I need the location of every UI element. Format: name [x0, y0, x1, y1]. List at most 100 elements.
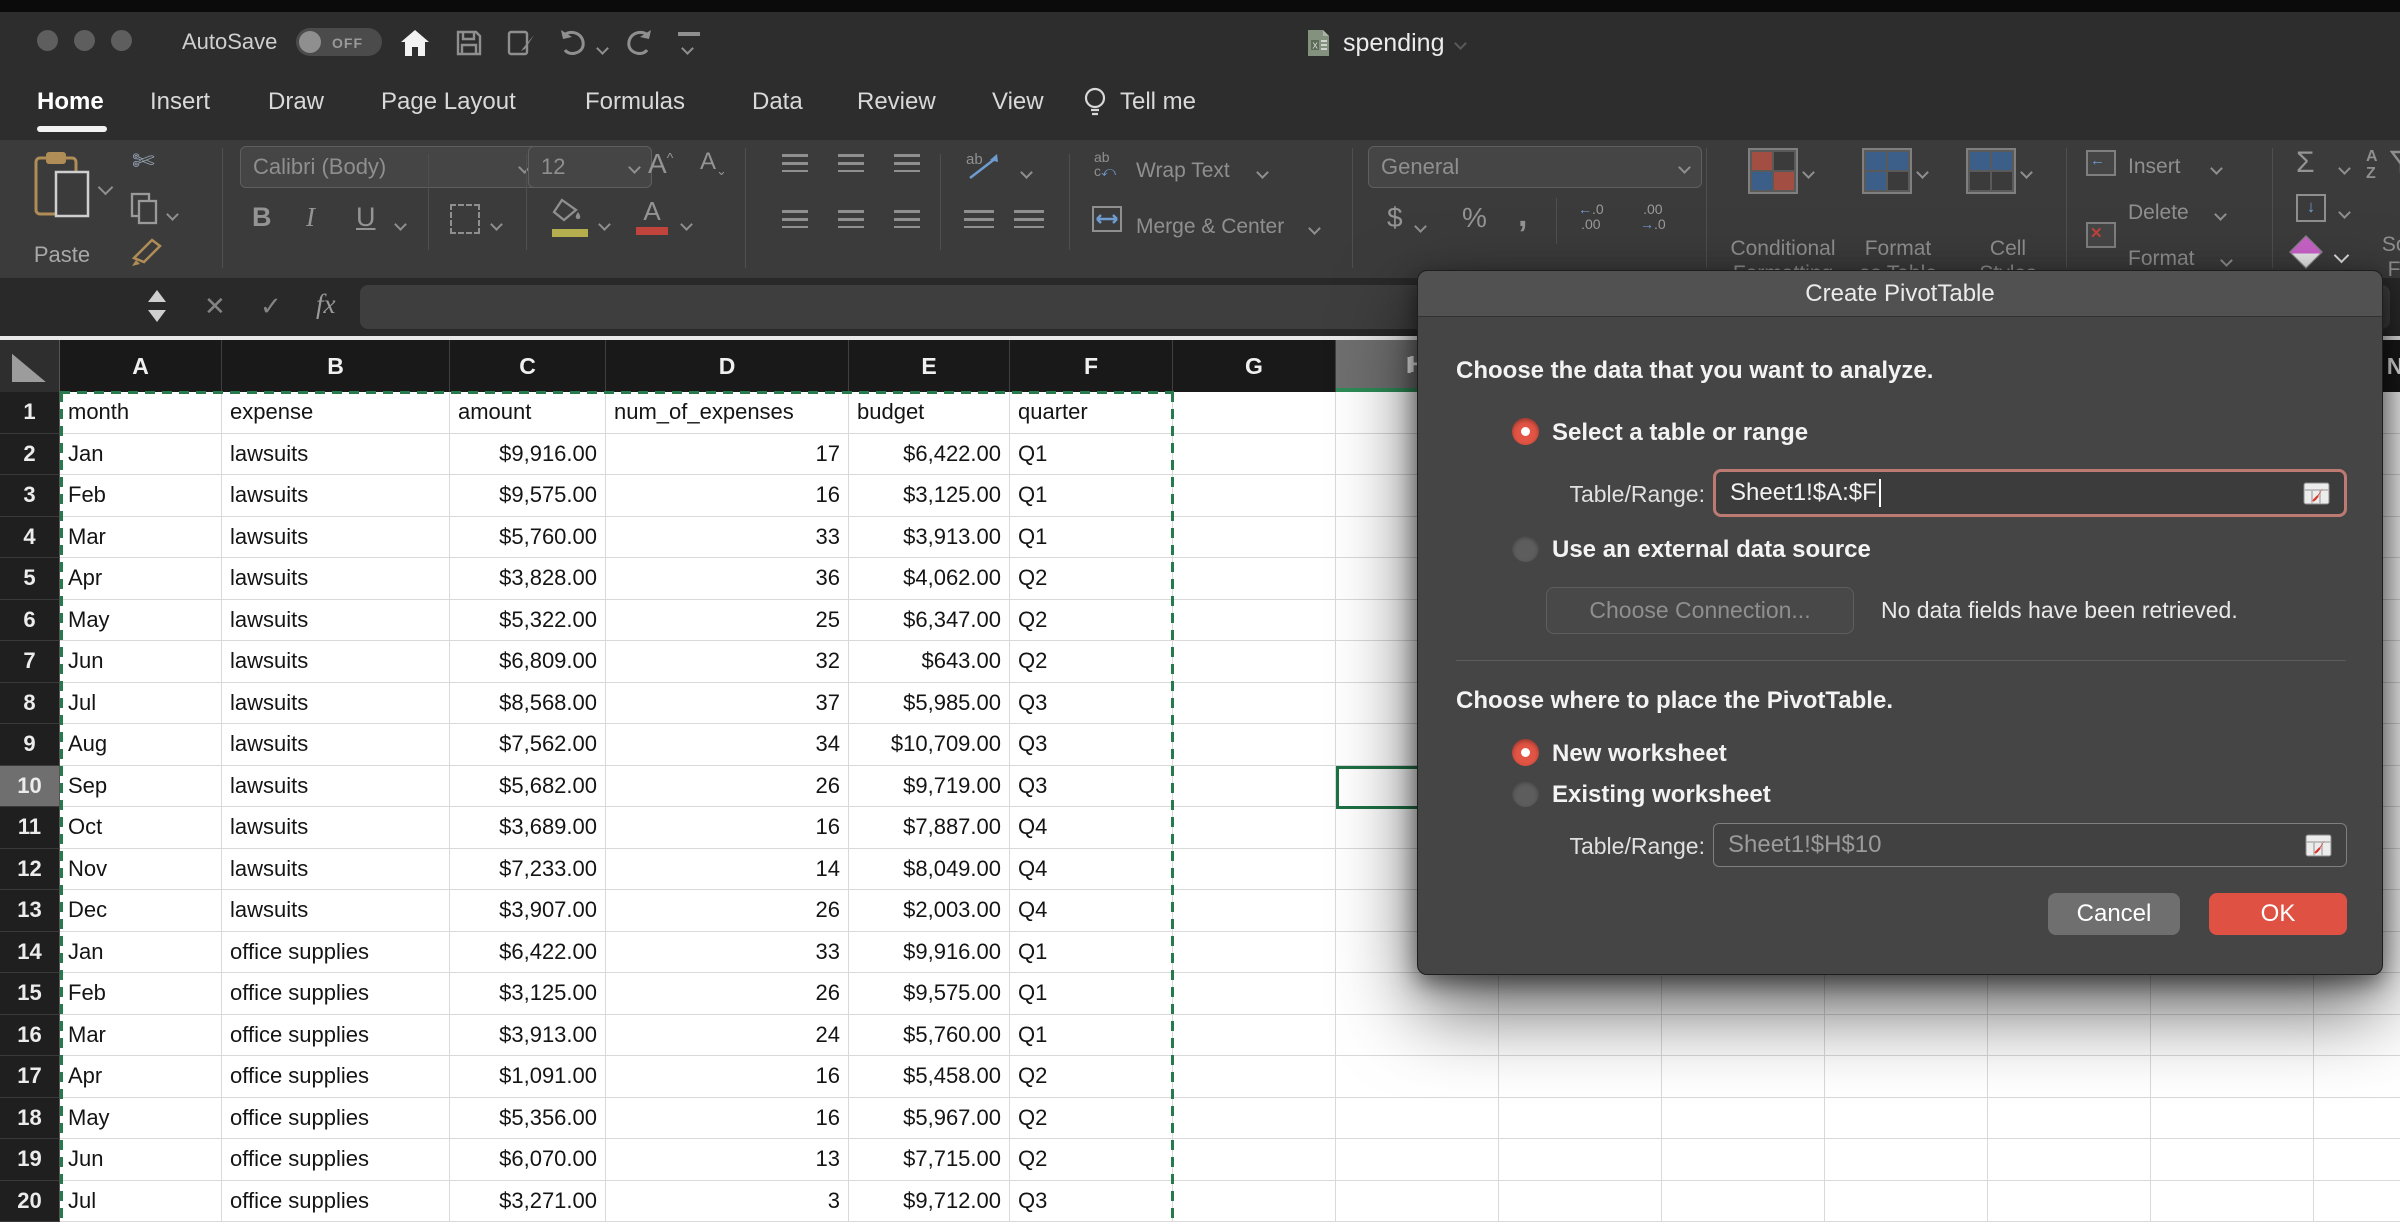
cell-G5[interactable] [1173, 558, 1336, 600]
tab-tell-me[interactable]: Tell me [1120, 88, 1196, 116]
borders-icon[interactable] [450, 204, 480, 234]
delete-cells-chevron-icon[interactable] [2216, 206, 2225, 224]
autosum-chevron-icon[interactable] [2340, 160, 2349, 178]
cell-F2[interactable]: Q1 [1010, 434, 1173, 476]
cell-G12[interactable] [1173, 849, 1336, 891]
cell-I19[interactable] [1499, 1139, 1662, 1181]
cell-N19[interactable] [2314, 1139, 2400, 1181]
grow-font-button[interactable]: A^ [648, 148, 673, 180]
cell-B11[interactable]: lawsuits [222, 807, 450, 849]
format-as-table-icon[interactable] [1862, 148, 1912, 194]
bold-button[interactable]: B [252, 202, 272, 233]
cell-D14[interactable]: 33 [606, 932, 849, 974]
wrap-text-chevron-icon[interactable] [1258, 164, 1267, 182]
cell-A12[interactable]: Nov [60, 849, 222, 891]
formula-cancel-button[interactable]: ✕ [204, 291, 226, 322]
cell-A15[interactable]: Feb [60, 973, 222, 1015]
font-color-chevron-icon[interactable] [682, 216, 691, 234]
cell-E15[interactable]: $9,575.00 [849, 973, 1010, 1015]
undo-icon[interactable] [556, 26, 590, 60]
cell-A8[interactable]: Jul [60, 683, 222, 725]
cell-F7[interactable]: Q2 [1010, 641, 1173, 683]
format-painter-icon[interactable] [130, 236, 164, 273]
close-window-button[interactable] [37, 30, 58, 51]
table-range-input-disabled[interactable]: Sheet1!$H$10 [1713, 823, 2347, 867]
align-bottom-icon[interactable] [894, 154, 920, 172]
font-color-icon[interactable]: A [636, 196, 668, 235]
cell-A9[interactable]: Aug [60, 724, 222, 766]
cell-D9[interactable]: 34 [606, 724, 849, 766]
insert-cells-label[interactable]: Insert [2128, 154, 2181, 179]
cell-D17[interactable]: 16 [606, 1056, 849, 1098]
cell-G7[interactable] [1173, 641, 1336, 683]
cell-L17[interactable] [1988, 1056, 2151, 1098]
row-header-11[interactable]: 11 [0, 807, 60, 849]
cell-E10[interactable]: $9,719.00 [849, 766, 1010, 808]
radio-new-worksheet[interactable] [1512, 739, 1539, 766]
cell-M19[interactable] [2151, 1139, 2314, 1181]
cell-C13[interactable]: $3,907.00 [450, 890, 606, 932]
cell-N17[interactable] [2314, 1056, 2400, 1098]
copy-icon[interactable] [130, 192, 160, 231]
cell-G18[interactable] [1173, 1098, 1336, 1140]
row-header-2[interactable]: 2 [0, 434, 60, 476]
insert-cells-icon[interactable]: ← [2086, 150, 2116, 176]
row-header-1[interactable]: 1 [0, 392, 60, 434]
cell-A1[interactable]: month [60, 392, 222, 434]
cell-F18[interactable]: Q2 [1010, 1098, 1173, 1140]
currency-chevron-icon[interactable] [1416, 218, 1425, 236]
cell-B10[interactable]: lawsuits [222, 766, 450, 808]
row-header-7[interactable]: 7 [0, 641, 60, 683]
cell-E2[interactable]: $6,422.00 [849, 434, 1010, 476]
align-top-icon[interactable] [782, 154, 808, 172]
cell-B14[interactable]: office supplies [222, 932, 450, 974]
cell-C2[interactable]: $9,916.00 [450, 434, 606, 476]
toolbar-customize-icon[interactable] [678, 32, 700, 58]
cell-D6[interactable]: 25 [606, 600, 849, 642]
wrap-text-icon[interactable]: abc⤺ [1094, 150, 1116, 178]
orientation-icon[interactable]: ab [964, 148, 1004, 187]
delete-cells-label[interactable]: Delete [2128, 200, 2189, 225]
cell-N15[interactable] [2314, 973, 2400, 1015]
cell-styles-icon[interactable] [1966, 148, 2016, 194]
cell-L20[interactable] [1988, 1181, 2151, 1222]
shrink-font-button[interactable]: A⌄ [700, 148, 727, 179]
cell-B16[interactable]: office supplies [222, 1015, 450, 1057]
cell-C1[interactable]: amount [450, 392, 606, 434]
radio-existing-worksheet[interactable] [1512, 780, 1539, 807]
cell-G13[interactable] [1173, 890, 1336, 932]
undo-menu-chevron-icon[interactable] [598, 40, 607, 58]
align-right-icon[interactable] [894, 210, 920, 228]
cell-B4[interactable]: lawsuits [222, 517, 450, 559]
font-size-select[interactable]: 12 [528, 146, 652, 188]
row-header-20[interactable]: 20 [0, 1181, 60, 1222]
decrease-indent-icon[interactable] [964, 210, 994, 228]
cell-D19[interactable]: 13 [606, 1139, 849, 1181]
row-header-16[interactable]: 16 [0, 1015, 60, 1057]
tab-review[interactable]: Review [857, 88, 936, 116]
cell-F12[interactable]: Q4 [1010, 849, 1173, 891]
cell-G15[interactable] [1173, 973, 1336, 1015]
cell-B3[interactable]: lawsuits [222, 475, 450, 517]
cell-C4[interactable]: $5,760.00 [450, 517, 606, 559]
fill-color-icon[interactable] [552, 198, 588, 237]
cell-N20[interactable] [2314, 1181, 2400, 1222]
row-header-17[interactable]: 17 [0, 1056, 60, 1098]
cell-E6[interactable]: $6,347.00 [849, 600, 1010, 642]
cell-C14[interactable]: $6,422.00 [450, 932, 606, 974]
autosum-button[interactable]: Σ [2296, 146, 2315, 180]
minimize-window-button[interactable] [74, 30, 95, 51]
cell-G6[interactable] [1173, 600, 1336, 642]
cell-G3[interactable] [1173, 475, 1336, 517]
zoom-window-button[interactable] [111, 30, 132, 51]
cell-D4[interactable]: 33 [606, 517, 849, 559]
number-format-select[interactable]: General [1368, 146, 1702, 188]
cell-A11[interactable]: Oct [60, 807, 222, 849]
copy-chevron-icon[interactable] [168, 206, 177, 224]
underline-chevron-icon[interactable] [396, 216, 405, 234]
row-header-19[interactable]: 19 [0, 1139, 60, 1181]
cell-F10[interactable]: Q3 [1010, 766, 1173, 808]
percent-button[interactable]: % [1462, 202, 1487, 234]
align-left-icon[interactable] [782, 210, 808, 228]
cell-A18[interactable]: May [60, 1098, 222, 1140]
